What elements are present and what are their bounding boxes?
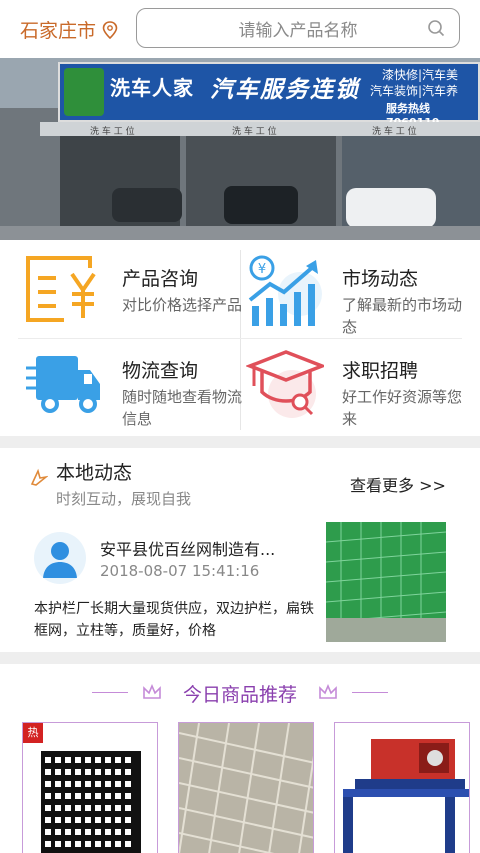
banner-shop-sign: 洗车人家 汽车服务连锁 漆快修|汽车美 汽车装饰|汽车养 服务热线 706011… (58, 62, 480, 129)
crown-icon (319, 684, 337, 699)
product-card[interactable] (178, 722, 314, 853)
green-fence-image (326, 522, 446, 642)
product-card[interactable] (334, 722, 470, 853)
post-title[interactable]: 安平县优百丝网制造有... (100, 536, 306, 560)
shop-emblem-icon (64, 68, 104, 116)
search-input[interactable]: 请输入产品名称 (239, 16, 358, 41)
post-image[interactable] (326, 522, 446, 642)
section-divider (0, 652, 480, 664)
location-pin-icon (102, 20, 118, 39)
post-timestamp: 2018-08-07 15:41:16 (100, 562, 260, 580)
city-label: 石家庄市 (20, 20, 97, 42)
post-body[interactable]: 本护栏厂长期大量现货供应，双边护栏，扁铁框网，立柱等，质量好，价格 (34, 598, 314, 642)
feature-market-news[interactable]: ¥ 市场动态 了解最新的市场动态 (246, 254, 476, 342)
search-box[interactable]: 请输入产品名称 (136, 8, 460, 48)
car-black (224, 186, 298, 224)
avatar[interactable] (34, 532, 86, 584)
local-news-subtitle: 时刻互动，展现自我 (56, 490, 192, 508)
welding-machine-image (335, 723, 469, 853)
local-news-title: 本地动态 (56, 462, 133, 484)
truck-icon (26, 356, 100, 413)
city-selector[interactable]: 石家庄市 (20, 16, 118, 43)
top-bar: 石家庄市 请输入产品名称 (0, 0, 480, 58)
product-card[interactable]: 热 (22, 722, 158, 853)
view-more-link[interactable]: 查看更多 >> (350, 472, 446, 496)
banner-carousel[interactable]: 洗车人家 汽车服务连锁 漆快修|汽车美 汽车装饰|汽车养 服务热线 706011… (0, 58, 480, 240)
feature-jobs[interactable]: 求职招聘 好工作好资源等您来 (246, 346, 476, 434)
steel-wire-mesh-image (179, 723, 313, 853)
price-tag-icon (26, 256, 102, 324)
section-divider (0, 436, 480, 448)
black-mesh-mat-image (41, 751, 141, 853)
graduation-cap-icon (246, 350, 324, 418)
hot-badge: 热 (23, 723, 43, 743)
sparkle-icon (30, 468, 48, 486)
trend-chart-icon: ¥ (248, 255, 322, 326)
car-dark (112, 188, 182, 222)
feature-product-consult[interactable]: 产品咨询 对比价格选择产品 (26, 254, 256, 342)
svg-text:¥: ¥ (258, 262, 266, 277)
car-white (346, 188, 436, 228)
feature-logistics[interactable]: 物流查询 随时随地查看物流信息 (26, 346, 256, 434)
user-icon (43, 542, 77, 578)
search-icon[interactable] (427, 19, 445, 37)
recommend-title: 今日商品推荐 (182, 684, 297, 706)
